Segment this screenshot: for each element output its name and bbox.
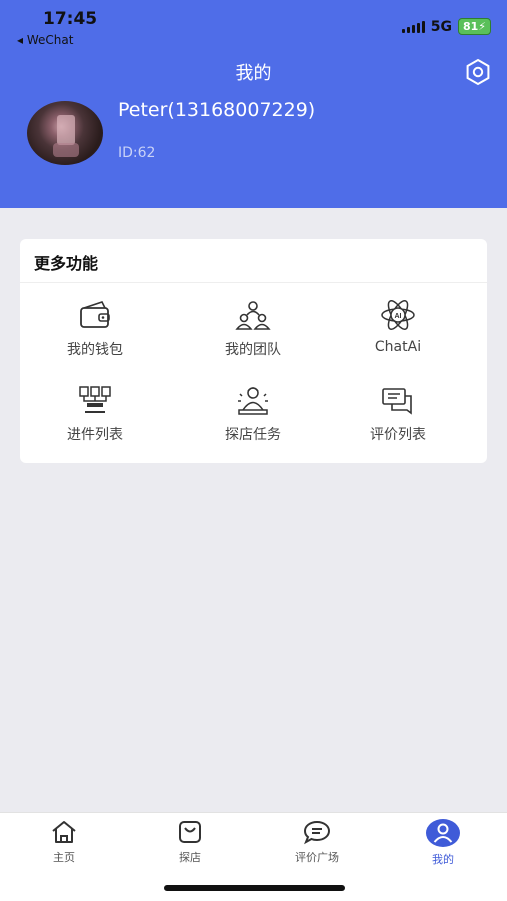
store-task-icon: [238, 387, 268, 415]
tab-explore-store[interactable]: 探店: [150, 819, 230, 865]
status-time: 17:45: [43, 9, 98, 29]
tab-label: 探店: [179, 851, 201, 864]
tab-mine[interactable]: 我的: [403, 819, 483, 867]
func-label: 我的团队: [225, 342, 281, 358]
avatar[interactable]: [27, 101, 103, 165]
section-title: 更多功能: [34, 254, 99, 273]
review-list-icon: [382, 388, 412, 415]
tab-review-plaza[interactable]: 评价广场: [277, 819, 357, 865]
username: Peter(13168007229): [118, 99, 316, 121]
func-label: 进件列表: [67, 427, 123, 443]
back-app-label: WeChat: [26, 33, 74, 47]
func-my-team[interactable]: 我的团队: [178, 299, 328, 359]
func-label: 探店任务: [225, 427, 281, 443]
divider: [20, 282, 487, 283]
func-my-wallet[interactable]: 我的钱包: [20, 299, 170, 359]
page-title: 我的: [235, 63, 272, 84]
func-label: 评价列表: [370, 427, 426, 443]
tab-label: 评价广场: [295, 851, 339, 864]
battery-icon: 81⚡: [457, 18, 491, 35]
more-functions-card: 更多功能 我的钱包 我的团队 AI ChatAi 进件列表 探店任务 评价列表: [20, 239, 487, 463]
applications-icon: [79, 386, 111, 413]
network-type: 5G: [430, 18, 452, 35]
home-icon: [52, 821, 76, 843]
func-store-task[interactable]: 探店任务: [178, 384, 328, 444]
shop-bag-icon: [179, 821, 201, 843]
func-application-list[interactable]: 进件列表: [20, 384, 170, 444]
back-to-app[interactable]: ◂ WeChat: [17, 33, 73, 47]
user-id: ID:62: [118, 145, 156, 161]
profile-header: 17:45 ◂ WeChat 5G 81⚡ 我的 Peter(131680072…: [0, 0, 507, 208]
signal-icon: [401, 20, 425, 33]
tab-home[interactable]: 主页: [24, 819, 104, 865]
home-indicator: [164, 885, 345, 891]
team-icon: [235, 301, 271, 330]
settings-icon[interactable]: [464, 58, 492, 86]
chat-bubble-icon: [303, 820, 331, 845]
ai-icon: AI: [381, 300, 415, 330]
svg-text:AI: AI: [395, 313, 402, 320]
func-label: 我的钱包: [67, 342, 123, 358]
func-review-list[interactable]: 评价列表: [323, 384, 473, 444]
tab-label: 主页: [53, 851, 75, 864]
avatar-photo: [53, 115, 79, 157]
tab-label: 我的: [432, 853, 454, 866]
profile-icon: [426, 819, 460, 847]
wallet-icon: [80, 301, 110, 328]
func-label: ChatAi: [374, 339, 422, 355]
status-indicators: 5G 81⚡: [401, 18, 491, 35]
func-chatai[interactable]: AI ChatAi: [323, 299, 473, 355]
battery-level: 81: [462, 20, 479, 33]
